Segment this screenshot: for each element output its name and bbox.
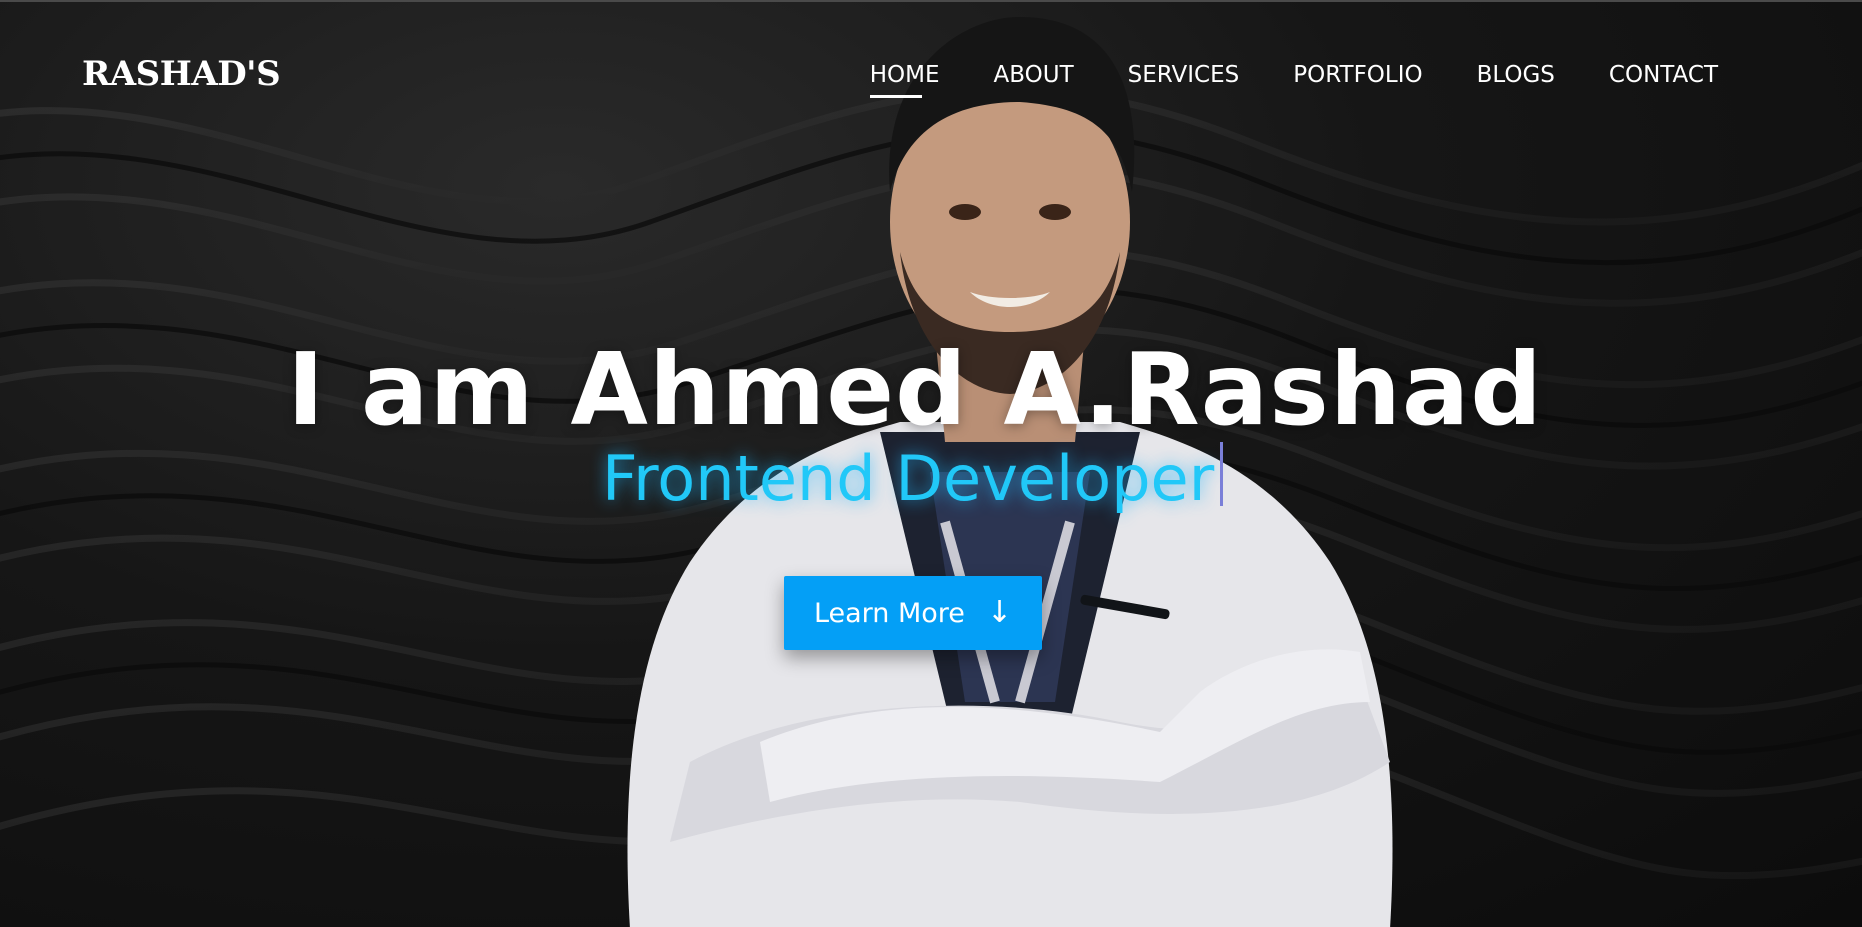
navbar: RASHAD'S HOME ABOUT SERVICES PORTFOLIO B… — [0, 2, 1862, 152]
hero-section: RASHAD'S HOME ABOUT SERVICES PORTFOLIO B… — [0, 0, 1862, 927]
site-logo[interactable]: RASHAD'S — [82, 54, 281, 94]
learn-more-label: Learn More — [813, 597, 965, 629]
typed-role-text: Frontend Developer — [602, 442, 1215, 515]
nav-item-contact[interactable]: CONTACT — [1609, 62, 1718, 96]
nav-item-blogs[interactable]: BLOGS — [1477, 62, 1555, 96]
nav-item-portfolio[interactable]: PORTFOLIO — [1293, 62, 1422, 96]
typing-cursor — [1220, 442, 1224, 506]
hero-headline: I am Ahmed A.Rashad — [286, 331, 1543, 448]
nav-item-home[interactable]: HOME — [869, 62, 940, 98]
learn-more-button[interactable]: Learn More ↓ — [784, 576, 1042, 650]
nav-item-services[interactable]: SERVICES — [1128, 62, 1240, 96]
arrow-down-icon: ↓ — [986, 595, 1013, 630]
nav-item-about[interactable]: ABOUT — [994, 62, 1074, 96]
hero-subtitle: Frontend Developer — [602, 442, 1224, 515]
nav-menu: HOME ABOUT SERVICES PORTFOLIO BLOGS CONT… — [869, 62, 1718, 98]
